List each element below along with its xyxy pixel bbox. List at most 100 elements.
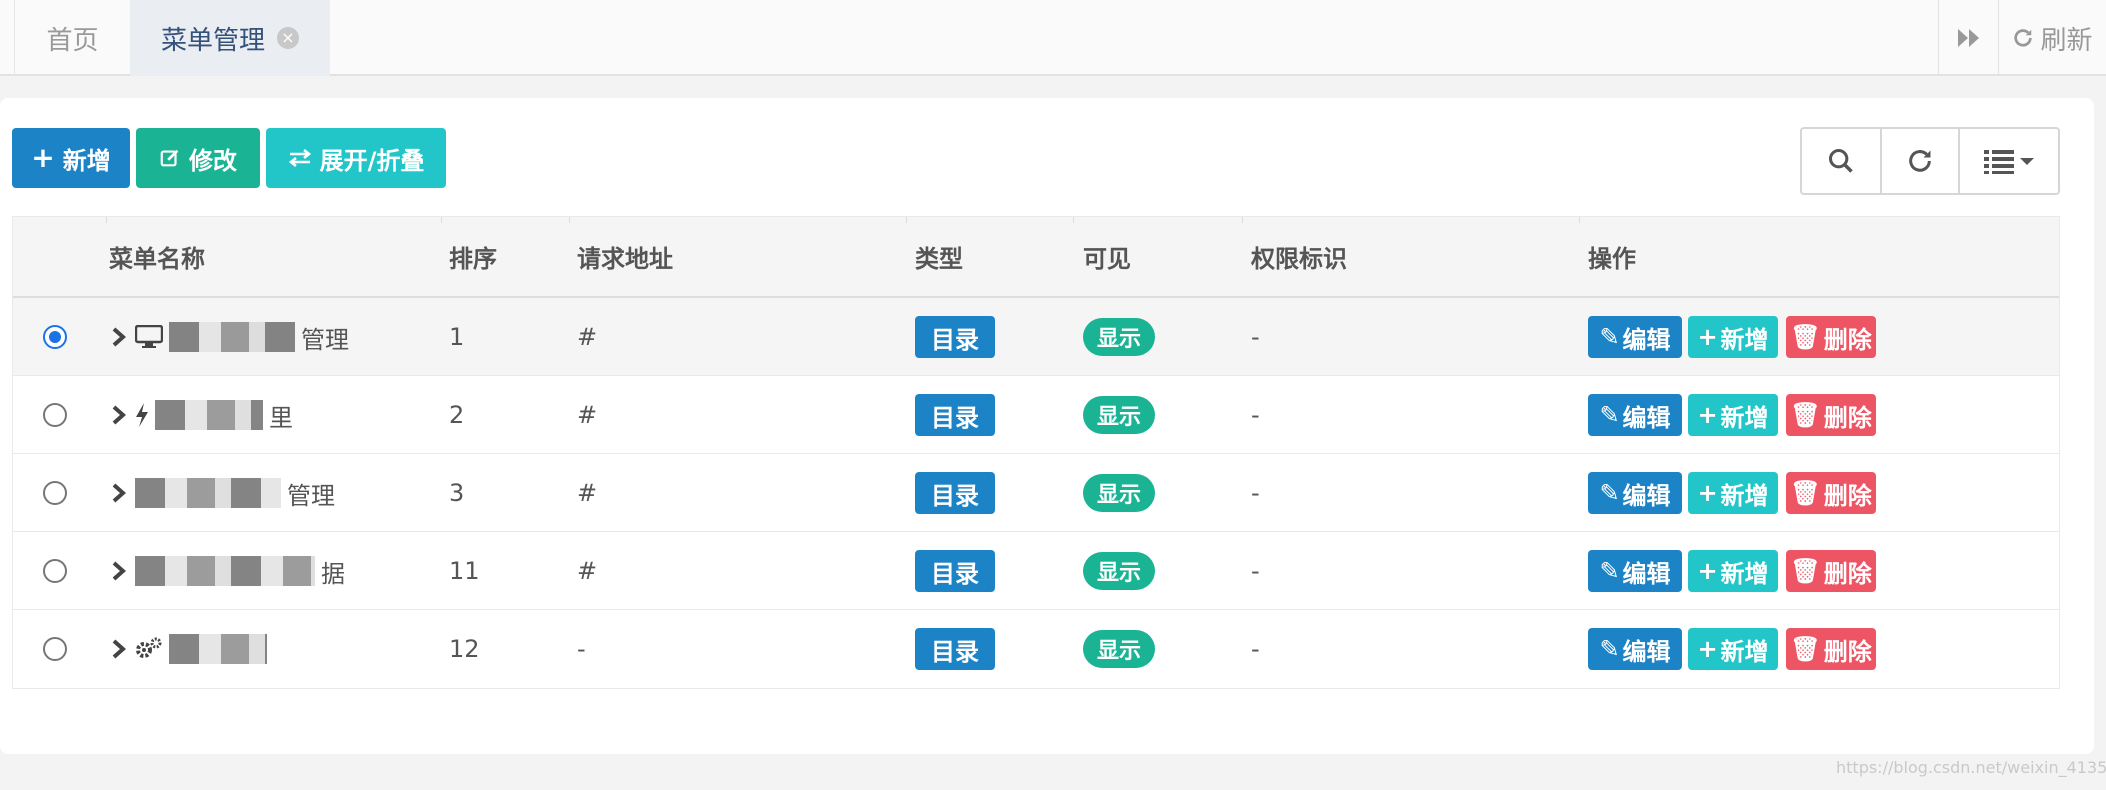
- trash-icon: 🗑: [1790, 557, 1821, 585]
- table-header: 菜单名称 排序 请求地址 类型 可见 权限标识 操作: [13, 217, 2059, 298]
- row-radio[interactable]: [43, 403, 67, 427]
- tab-home-label: 首页: [46, 25, 99, 56]
- row-delete-label: 删除: [1823, 403, 1872, 432]
- tab-home[interactable]: 首页: [14, 0, 130, 76]
- refresh-icon: [2014, 29, 2033, 47]
- chevron-right-icon[interactable]: [109, 405, 129, 425]
- row-add-label: 新增: [1720, 637, 1769, 666]
- header-menu-name[interactable]: 菜单名称: [109, 217, 205, 296]
- row-delete-button[interactable]: 🗑 删除: [1786, 628, 1876, 670]
- edit-icon: [160, 149, 179, 167]
- row-add-button[interactable]: + 新增: [1688, 472, 1778, 514]
- close-icon[interactable]: ×: [277, 27, 299, 49]
- row-radio[interactable]: [43, 637, 67, 661]
- header-type[interactable]: 类型: [915, 217, 963, 296]
- visible-badge: 显示: [1083, 630, 1155, 668]
- row-radio[interactable]: [43, 481, 67, 505]
- list-icon: [1984, 150, 2014, 174]
- column-separator: [1073, 217, 1074, 223]
- row-delete-button[interactable]: 🗑 删除: [1786, 316, 1876, 358]
- trash-icon: 🗑: [1790, 323, 1821, 351]
- tab-scroll-forward-button[interactable]: [1938, 0, 1998, 76]
- row-delete-button[interactable]: 🗑 删除: [1786, 550, 1876, 592]
- menu-tree-table: 菜单名称 排序 请求地址 类型 可见 权限标识 操作 管理 1 # 目录 显示 …: [12, 216, 2060, 689]
- row-edit-button[interactable]: ✎ 编辑: [1588, 550, 1682, 592]
- visible-badge: 显示: [1083, 396, 1155, 434]
- plus-icon: +: [1697, 557, 1718, 585]
- plus-icon: +: [1697, 635, 1718, 663]
- type-badge: 目录: [915, 472, 995, 514]
- perms-cell: -: [1251, 479, 1260, 507]
- tab-menu-management[interactable]: 菜单管理 ×: [130, 0, 330, 76]
- menu-name-cell: 管理: [109, 454, 335, 532]
- redacted-text: [169, 634, 267, 664]
- chevron-right-icon[interactable]: [109, 561, 129, 581]
- table-row[interactable]: 管理 3 # 目录 显示 - ✎ 编辑 + 新增 🗑 删除: [13, 454, 2059, 532]
- table-row[interactable]: 里 2 # 目录 显示 - ✎ 编辑 + 新增 🗑 删除: [13, 376, 2059, 454]
- row-add-button[interactable]: + 新增: [1688, 394, 1778, 436]
- header-order[interactable]: 排序: [449, 217, 497, 296]
- type-badge: 目录: [915, 394, 995, 436]
- row-delete-label: 删除: [1823, 637, 1872, 666]
- bolt-icon: [136, 403, 148, 427]
- order-cell: 12: [449, 635, 480, 663]
- row-add-button[interactable]: + 新增: [1688, 550, 1778, 592]
- row-edit-button[interactable]: ✎ 编辑: [1588, 394, 1682, 436]
- chevron-right-icon[interactable]: [109, 483, 129, 503]
- row-add-button[interactable]: + 新增: [1688, 316, 1778, 358]
- table-row[interactable]: 据 11 # 目录 显示 - ✎ 编辑 + 新增 🗑 删除: [13, 532, 2059, 610]
- row-delete-button[interactable]: 🗑 删除: [1786, 394, 1876, 436]
- row-edit-button[interactable]: ✎ 编辑: [1588, 472, 1682, 514]
- row-edit-label: 编辑: [1622, 559, 1671, 588]
- row-delete-label: 删除: [1823, 559, 1872, 588]
- row-add-label: 新增: [1720, 325, 1769, 354]
- chevron-right-icon[interactable]: [109, 327, 129, 347]
- edit-button[interactable]: 修改: [136, 128, 260, 188]
- header-url[interactable]: 请求地址: [577, 217, 673, 296]
- edit-icon: ✎: [1599, 479, 1620, 507]
- order-cell: 11: [449, 557, 480, 585]
- table-row[interactable]: 管理 1 # 目录 显示 - ✎ 编辑 + 新增 🗑 删除: [13, 298, 2059, 376]
- column-separator: [106, 217, 107, 223]
- refresh-table-button[interactable]: [1880, 129, 1958, 193]
- plus-icon: +: [1697, 401, 1718, 429]
- edit-icon: ✎: [1599, 401, 1620, 429]
- row-delete-button[interactable]: 🗑 删除: [1786, 472, 1876, 514]
- type-cell: 目录: [915, 532, 995, 610]
- row-edit-label: 编辑: [1622, 637, 1671, 666]
- redacted-text: [169, 322, 295, 352]
- table-row[interactable]: 12 - 目录 显示 - ✎ 编辑 + 新增 🗑 删除: [13, 610, 2059, 688]
- columns-toggle-button[interactable]: [1958, 129, 2058, 193]
- refresh-icon: [1909, 150, 1931, 172]
- menu-name-text: 里: [269, 403, 293, 432]
- chevron-right-icon[interactable]: [109, 639, 129, 659]
- header-perms[interactable]: 权限标识: [1251, 217, 1347, 296]
- row-edit-label: 编辑: [1622, 481, 1671, 510]
- row-radio[interactable]: [43, 325, 67, 349]
- row-add-button[interactable]: + 新增: [1688, 628, 1778, 670]
- tab-refresh-button[interactable]: 刷新: [1998, 0, 2106, 76]
- content-panel: + 新增 修改 展开/折叠 菜单名称 排序 请求地址 类型 可见 权限标识 操作…: [0, 98, 2094, 754]
- row-edit-button[interactable]: ✎ 编辑: [1588, 316, 1682, 358]
- expand-collapse-label: 展开/折叠: [319, 146, 425, 175]
- search-button[interactable]: [1802, 129, 1880, 193]
- visible-badge: 显示: [1083, 474, 1155, 512]
- header-visible[interactable]: 可见: [1083, 217, 1131, 296]
- type-cell: 目录: [915, 298, 995, 376]
- type-cell: 目录: [915, 376, 995, 454]
- visible-cell: 显示: [1083, 532, 1155, 610]
- edit-icon: ✎: [1599, 557, 1620, 585]
- edit-button-label: 修改: [189, 146, 237, 175]
- perms-cell: -: [1251, 557, 1260, 585]
- add-button[interactable]: + 新增: [12, 128, 130, 188]
- row-delete-label: 删除: [1823, 325, 1872, 354]
- row-radio[interactable]: [43, 559, 67, 583]
- menu-name-cell: 据: [109, 532, 345, 610]
- order-cell: 1: [449, 323, 465, 351]
- row-edit-button[interactable]: ✎ 编辑: [1588, 628, 1682, 670]
- refresh-label: 刷新: [2040, 25, 2093, 56]
- menu-name-cell: 管理: [109, 298, 349, 376]
- expand-collapse-button[interactable]: 展开/折叠: [266, 128, 446, 188]
- type-cell: 目录: [915, 610, 995, 688]
- column-separator: [441, 217, 442, 223]
